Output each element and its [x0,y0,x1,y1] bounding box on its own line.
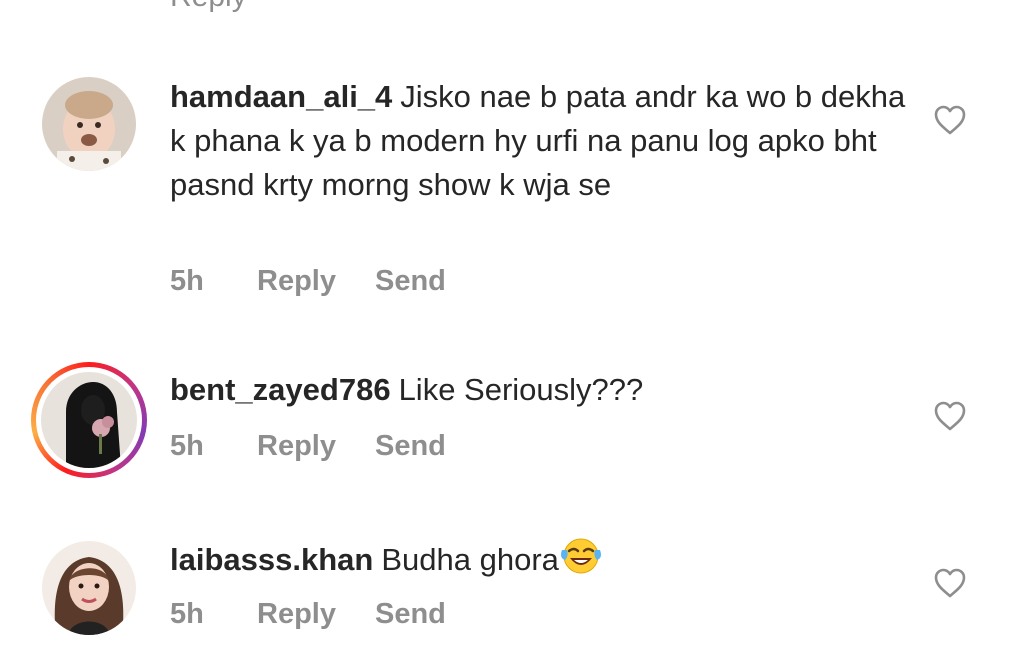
comment-username[interactable]: hamdaan_ali_4 [170,79,392,114]
woman-avatar-icon [41,372,137,468]
comment-username[interactable]: bent_zayed786 [170,372,391,407]
comment-meta: 5h Reply Send [170,598,446,631]
comment-time: 5h [170,430,204,462]
avatar [41,372,137,468]
send-button[interactable]: Send [375,265,446,298]
comment-body: Budha ghora [381,542,559,577]
avatar[interactable] [42,77,136,171]
comment-text: bent_zayed786 Like Seriously??? [170,368,910,412]
reply-button[interactable]: Reply [257,598,375,631]
tears-of-joy-emoji-icon [559,536,603,588]
comment-meta: 5h Reply Send [170,430,446,463]
heart-icon[interactable] [933,400,967,432]
woman-avatar-icon [42,541,136,635]
comment-text: hamdaan_ali_4 Jisko nae b pata andr ka wo… [170,75,910,207]
heart-icon[interactable] [933,567,967,599]
avatar-story-ring[interactable] [31,362,147,478]
avatar[interactable] [42,541,136,635]
previous-comment-reply-fragment: Reply [170,0,247,14]
heart-icon[interactable] [933,104,967,136]
comment-meta: 5h Reply Send [170,265,446,298]
baby-avatar-icon [42,77,136,171]
comment-time: 5h [170,265,204,297]
comment-body: Like Seriously??? [398,372,644,407]
comment-text: laibasss.khan Budha ghora [170,536,910,588]
send-button[interactable]: Send [375,430,446,463]
reply-button[interactable]: Reply [257,265,375,298]
reply-button[interactable]: Reply [257,430,375,463]
comment-time: 5h [170,598,204,630]
send-button[interactable]: Send [375,598,446,631]
comment-username[interactable]: laibasss.khan [170,542,373,577]
